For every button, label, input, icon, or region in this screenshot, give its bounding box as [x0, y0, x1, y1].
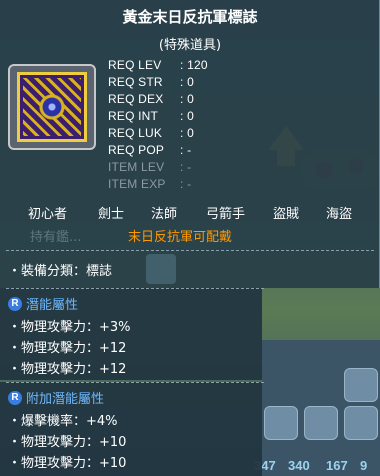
req-label: REQ LUK [108, 126, 163, 140]
item-lev-row: ITEM LEV: - [108, 160, 192, 174]
req-str-row: REQ STR: 0 [108, 75, 194, 89]
potential-line: ・物理攻擊力：+12 [8, 341, 127, 356]
req-label: REQ POP [108, 143, 165, 157]
inventory-slot-icon [264, 406, 298, 440]
rare-rank-icon: R [8, 296, 22, 311]
item-title: 黃金末日反抗軍標誌 [122, 8, 258, 26]
req-value: - [187, 143, 192, 157]
background-slot [146, 254, 176, 284]
req-value: 0 [187, 75, 194, 89]
req-pop-row: REQ POP: - [108, 143, 192, 157]
divider [6, 288, 264, 289]
req-value: 0 [187, 126, 194, 140]
bonus-potential-line: ・爆擊機率：+4% [8, 414, 118, 429]
job-beginner: 初心者 [28, 207, 68, 222]
job-warrior: 劍士 [98, 207, 125, 222]
potential-title: 潛能屬性 [26, 298, 79, 313]
req-label: REQ STR [108, 75, 163, 89]
equip-category: ・裝備分類：標誌 [8, 264, 113, 279]
item-subtitle: (特殊道具) [158, 38, 222, 53]
job-magician: 法師 [151, 207, 178, 222]
inventory-count: 167 [326, 458, 348, 473]
potential-header: R 潛能屬性 [8, 294, 78, 313]
bonus-potential-header: R 附加潛能屬性 [8, 388, 104, 407]
req-label: ITEM LEV [108, 160, 165, 174]
inventory-count: 9 [360, 458, 368, 473]
potential-section: R 潛能屬性 ・物理攻擊力：+3% ・物理攻擊力：+12 ・物理攻擊力：+12 [0, 288, 264, 380]
req-dex-row: REQ DEX: 0 [108, 92, 194, 106]
bonus-potential-line: ・物理攻擊力：+10 [8, 435, 127, 450]
item-tooltip: 黃金末日反抗軍標誌 (特殊道具) REQ LEV: 120 REQ STR: 0… [0, 0, 380, 288]
bonus-potential-title: 附加潛能屬性 [26, 392, 105, 407]
inventory-slot-icon [304, 406, 338, 440]
golden-emblem-icon [17, 72, 87, 142]
job-bowman: 弓箭手 [206, 207, 246, 222]
req-value: - [187, 160, 192, 174]
req-label: REQ DEX [108, 92, 164, 106]
req-value: 0 [187, 92, 194, 106]
background-ghost-text: 持有鑑... [30, 230, 82, 245]
job-thief: 盜賊 [273, 207, 300, 222]
req-lev-row: REQ LEV: 120 [108, 58, 208, 72]
req-label: ITEM EXP [108, 177, 166, 191]
potential-line: ・物理攻擊力：+3% [8, 320, 131, 335]
bonus-potential-line: ・物理攻擊力：+10 [8, 456, 127, 471]
inventory-background: 347 340 167 9 [254, 340, 380, 476]
potential-line: ・物理攻擊力：+12 [8, 362, 127, 377]
divider [6, 382, 264, 383]
req-value: 120 [187, 58, 208, 72]
divider [6, 250, 374, 251]
req-int-row: REQ INT: 0 [108, 109, 194, 123]
inventory-count: 340 [288, 458, 310, 473]
inventory-slot-icon [344, 368, 378, 402]
req-value: - [187, 177, 192, 191]
req-value: 0 [187, 109, 194, 123]
item-icon-frame [8, 64, 96, 150]
req-label: REQ INT [108, 109, 159, 123]
req-label: REQ LEV [108, 58, 162, 72]
job-list: 初心者 劍士 法師 弓箭手 盜賊 海盜 [14, 203, 374, 222]
bonus-potential-section: R 附加潛能屬性 ・爆擊機率：+4% ・物理攻擊力：+10 ・物理攻擊力：+10 [0, 382, 264, 476]
req-luk-row: REQ LUK: 0 [108, 126, 194, 140]
item-exp-row: ITEM EXP: - [108, 177, 192, 191]
job-pirate: 海盜 [326, 207, 353, 222]
rare-rank-icon: R [8, 390, 22, 405]
inventory-slot-icon [344, 406, 378, 440]
job-restriction-text: 末日反抗軍可配戴 [128, 230, 233, 245]
